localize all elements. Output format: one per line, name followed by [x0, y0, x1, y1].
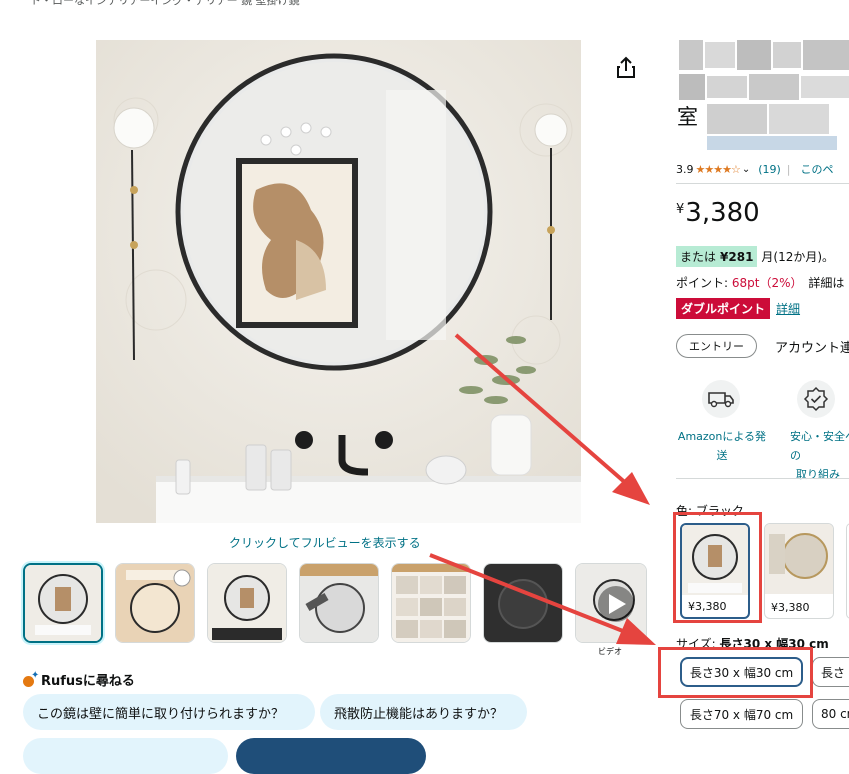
color-swatch-1[interactable]: ¥3,380	[680, 523, 750, 619]
installment-badge[interactable]: または ¥281	[676, 246, 758, 267]
points-detail[interactable]: 詳細は	[808, 276, 844, 290]
rating-more-link[interactable]: このペ	[801, 161, 834, 177]
color-label: 色: ブラック	[676, 504, 744, 518]
thumbnail-video[interactable]	[575, 563, 647, 643]
size-option-next[interactable]: 長さ	[812, 657, 849, 687]
rufus-question-2[interactable]: 飛散防止機能はありますか？	[320, 694, 527, 730]
divider-line	[676, 183, 849, 184]
rating-value: 3.9	[676, 162, 694, 176]
color-swatch-2[interactable]: ¥3,380	[764, 523, 834, 619]
rufus-question-4[interactable]	[236, 738, 426, 774]
rufus-icon: ✦	[23, 670, 39, 687]
swatch-price: ¥3,380	[688, 600, 727, 613]
main-product-image[interactable]	[96, 40, 581, 523]
price: ¥3,380	[676, 198, 760, 228]
star-rating-icon[interactable]: ★★★★☆	[696, 163, 741, 176]
points-label: ポイント:	[676, 276, 732, 290]
feature-safety[interactable]: 安心・安全への取り組み	[790, 427, 849, 484]
double-point-badge: ダブルポイント	[676, 298, 771, 319]
thumbnail-3[interactable]	[207, 563, 287, 643]
points-row: ポイント: 68pt（2%） 詳細は	[676, 274, 844, 291]
fullview-link[interactable]: クリックしてフルビューを表示する	[229, 534, 421, 551]
size-selected-value: 長さ30 x 幅30 cm	[719, 637, 829, 651]
divider-line	[676, 478, 849, 479]
truck-icon	[702, 380, 740, 418]
thumbnail-2[interactable]	[115, 563, 195, 643]
thumbnail-5[interactable]	[391, 563, 471, 643]
rufus-heading-label: Rufusに尋ねる	[41, 674, 135, 689]
installment-suffix: 月(12か月)。	[761, 250, 835, 264]
thumbnail-6[interactable]	[483, 563, 563, 643]
title-visible-char: 室	[677, 105, 698, 129]
points-value: 68pt（2%）	[731, 276, 803, 290]
installment-row: または ¥281 月(12か月)。	[676, 246, 834, 267]
product-title: 室	[677, 38, 849, 150]
swatch-price: ¥3,380	[771, 601, 810, 614]
price-value: 3,380	[685, 198, 760, 228]
entry-button[interactable]: エントリー	[676, 334, 757, 358]
double-point-row: ダブルポイント 詳細	[676, 298, 800, 319]
size-option-80[interactable]: 80 cm	[812, 699, 849, 729]
rating-count-link[interactable]: (19)	[758, 163, 781, 176]
price-symbol: ¥	[676, 202, 685, 217]
shield-check-icon	[797, 380, 835, 418]
video-label: ビデオ	[598, 647, 622, 656]
rating-row[interactable]: 3.9 ★★★★☆ ⌄ (19) | このペ	[676, 161, 834, 177]
chevron-down-icon[interactable]: ⌄	[742, 164, 750, 175]
feature-amazon-shipping[interactable]: Amazonによる発送	[674, 427, 770, 465]
size-option-30[interactable]: 長さ30 x 幅30 cm	[680, 657, 803, 687]
rufus-question-3[interactable]	[23, 738, 228, 774]
installment-amount: ¥281	[720, 250, 754, 264]
size-option-70[interactable]: 長さ70 x 幅70 cm	[680, 699, 803, 729]
double-point-detail-link[interactable]: 詳細	[776, 300, 800, 317]
thumbnail-4[interactable]	[299, 563, 379, 643]
breadcrumb[interactable]: ト・ローなインテリアーイング・テリアー 鏡 壁掛け鏡	[30, 0, 300, 8]
size-label: サイズ: 長さ30 x 幅30 cm	[676, 637, 829, 651]
rufus-heading: ✦ Rufusに尋ねる	[23, 670, 135, 689]
rufus-question-1[interactable]: この鏡は壁に簡単に取り付けられますか？	[23, 694, 315, 730]
account-link-text[interactable]: アカウント連	[775, 337, 849, 356]
thumbnail-1[interactable]	[23, 563, 103, 643]
share-icon[interactable]	[612, 54, 640, 82]
divider: |	[786, 162, 791, 176]
